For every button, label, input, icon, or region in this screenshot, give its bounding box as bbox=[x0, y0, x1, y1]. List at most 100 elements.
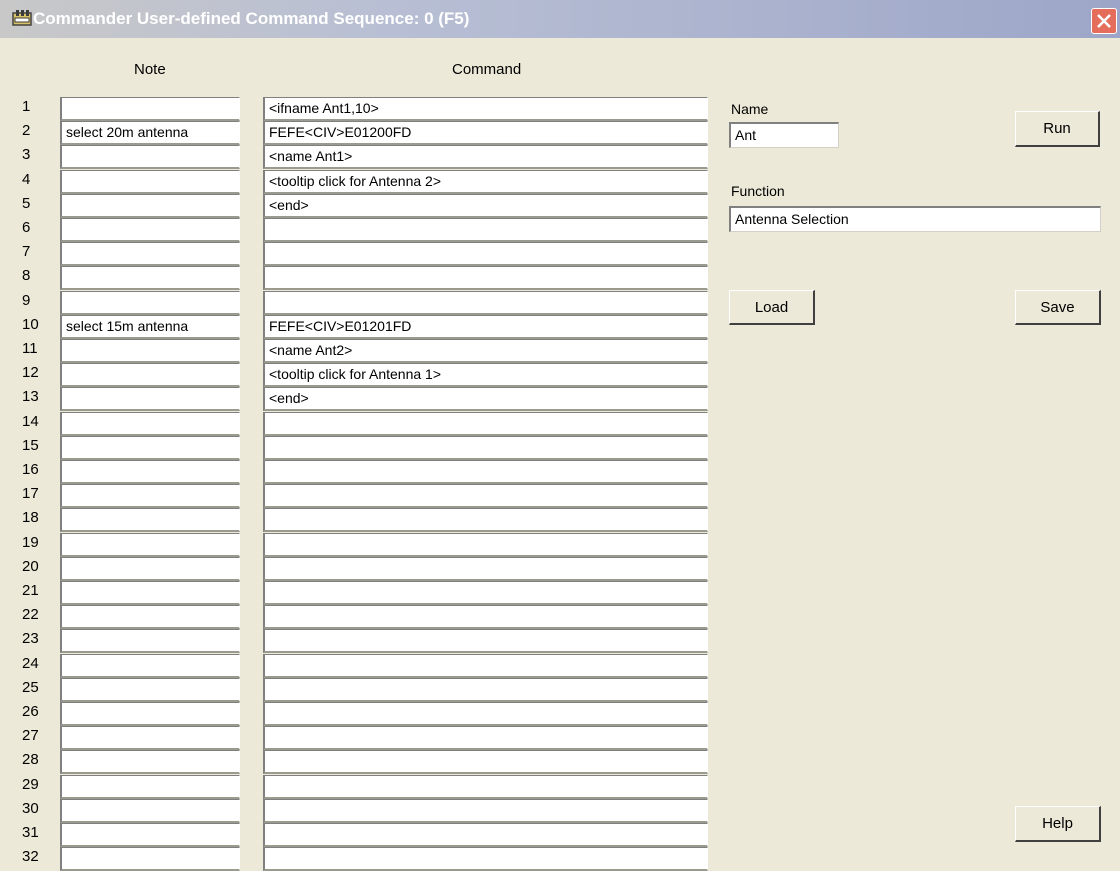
note-cell[interactable] bbox=[60, 581, 240, 605]
command-cell[interactable] bbox=[263, 702, 708, 726]
command-cell[interactable] bbox=[263, 605, 708, 629]
row-number: 9 bbox=[22, 292, 31, 309]
command-cell[interactable] bbox=[263, 581, 708, 605]
run-button[interactable]: Run bbox=[1015, 111, 1100, 147]
command-cell[interactable] bbox=[263, 291, 708, 315]
command-cell[interactable]: <ifname Ant1,10> bbox=[263, 97, 708, 121]
row-number: 1 bbox=[22, 98, 31, 115]
note-cell[interactable] bbox=[60, 436, 240, 460]
note-cell[interactable] bbox=[60, 218, 240, 242]
row-number: 15 bbox=[22, 437, 39, 454]
command-cell[interactable]: FEFE<CIV>E01201FD bbox=[263, 315, 708, 339]
note-cell[interactable] bbox=[60, 266, 240, 290]
row-number: 7 bbox=[22, 243, 31, 260]
command-cell[interactable] bbox=[263, 847, 708, 871]
command-cell[interactable] bbox=[263, 557, 708, 581]
command-cell[interactable] bbox=[263, 823, 708, 847]
command-cell[interactable] bbox=[263, 775, 708, 799]
command-cell[interactable]: <end> bbox=[263, 387, 708, 411]
row-number: 2 bbox=[22, 122, 31, 139]
command-cell[interactable] bbox=[263, 412, 708, 436]
note-cell[interactable]: select 15m antenna bbox=[60, 315, 240, 339]
note-cell[interactable] bbox=[60, 702, 240, 726]
note-cell[interactable]: select 20m antenna bbox=[60, 121, 240, 145]
command-cell[interactable] bbox=[263, 266, 708, 290]
row-number: 21 bbox=[22, 582, 39, 599]
close-button[interactable] bbox=[1091, 8, 1117, 34]
command-cell[interactable] bbox=[263, 726, 708, 750]
command-cell[interactable]: <tooltip click for Antenna 2> bbox=[263, 170, 708, 194]
note-cell[interactable] bbox=[60, 484, 240, 508]
command-cell[interactable] bbox=[263, 484, 708, 508]
row-number: 8 bbox=[22, 267, 31, 284]
command-cell[interactable] bbox=[263, 678, 708, 702]
command-cell[interactable]: <name Ant2> bbox=[263, 339, 708, 363]
note-cell[interactable] bbox=[60, 654, 240, 678]
command-cell[interactable] bbox=[263, 508, 708, 532]
close-icon bbox=[1097, 14, 1111, 28]
title-bar[interactable]: Commander User-defined Command Sequence:… bbox=[0, 0, 1120, 38]
row-number: 25 bbox=[22, 679, 39, 696]
note-cell[interactable] bbox=[60, 629, 240, 653]
note-cell[interactable] bbox=[60, 412, 240, 436]
command-cell[interactable]: <name Ant1> bbox=[263, 145, 708, 169]
command-cell[interactable] bbox=[263, 460, 708, 484]
command-cell[interactable] bbox=[263, 533, 708, 557]
command-cell[interactable] bbox=[263, 629, 708, 653]
name-label: Name bbox=[731, 101, 769, 117]
window-title: Commander User-defined Command Sequence:… bbox=[33, 9, 470, 28]
load-button[interactable]: Load bbox=[729, 290, 815, 325]
row-number: 10 bbox=[22, 316, 39, 333]
row-number: 29 bbox=[22, 776, 39, 793]
row-number: 26 bbox=[22, 703, 39, 720]
row-number: 5 bbox=[22, 195, 31, 212]
note-cell[interactable] bbox=[60, 170, 240, 194]
note-cell[interactable] bbox=[60, 823, 240, 847]
row-number: 16 bbox=[22, 461, 39, 478]
name-field[interactable]: Ant bbox=[729, 122, 839, 148]
note-column-header: Note bbox=[134, 61, 166, 78]
command-cell[interactable]: <tooltip click for Antenna 1> bbox=[263, 363, 708, 387]
note-cell[interactable] bbox=[60, 242, 240, 266]
note-cell[interactable] bbox=[60, 508, 240, 532]
row-number: 14 bbox=[22, 413, 39, 430]
note-cell[interactable] bbox=[60, 194, 240, 218]
note-cell[interactable] bbox=[60, 775, 240, 799]
commander-app-icon[interactable] bbox=[12, 10, 32, 28]
note-cell[interactable] bbox=[60, 291, 240, 315]
note-cell[interactable] bbox=[60, 605, 240, 629]
note-cell[interactable] bbox=[60, 847, 240, 871]
command-cell[interactable] bbox=[263, 799, 708, 823]
row-number: 19 bbox=[22, 534, 39, 551]
row-number: 13 bbox=[22, 388, 39, 405]
note-cell[interactable] bbox=[60, 750, 240, 774]
row-number: 22 bbox=[22, 606, 39, 623]
row-number: 30 bbox=[22, 800, 39, 817]
command-cell[interactable] bbox=[263, 750, 708, 774]
note-cell[interactable] bbox=[60, 460, 240, 484]
note-cell[interactable] bbox=[60, 97, 240, 121]
function-field[interactable]: Antenna Selection bbox=[729, 206, 1101, 232]
note-cell[interactable] bbox=[60, 145, 240, 169]
note-cell[interactable] bbox=[60, 387, 240, 411]
note-cell[interactable] bbox=[60, 557, 240, 581]
row-number: 18 bbox=[22, 509, 39, 526]
command-cell[interactable]: FEFE<CIV>E01200FD bbox=[263, 121, 708, 145]
command-cell[interactable] bbox=[263, 436, 708, 460]
command-cell[interactable]: <end> bbox=[263, 194, 708, 218]
command-cell[interactable] bbox=[263, 654, 708, 678]
note-cell[interactable] bbox=[60, 533, 240, 557]
help-button[interactable]: Help bbox=[1015, 806, 1101, 842]
row-number: 31 bbox=[22, 824, 39, 841]
note-cell[interactable] bbox=[60, 678, 240, 702]
command-cell[interactable] bbox=[263, 218, 708, 242]
note-cell[interactable] bbox=[60, 363, 240, 387]
row-number: 20 bbox=[22, 558, 39, 575]
note-cell[interactable] bbox=[60, 726, 240, 750]
save-button[interactable]: Save bbox=[1015, 290, 1101, 325]
command-cell[interactable] bbox=[263, 242, 708, 266]
row-number: 23 bbox=[22, 630, 39, 647]
note-cell[interactable] bbox=[60, 799, 240, 823]
note-cell[interactable] bbox=[60, 339, 240, 363]
command-column-header: Command bbox=[452, 61, 522, 78]
